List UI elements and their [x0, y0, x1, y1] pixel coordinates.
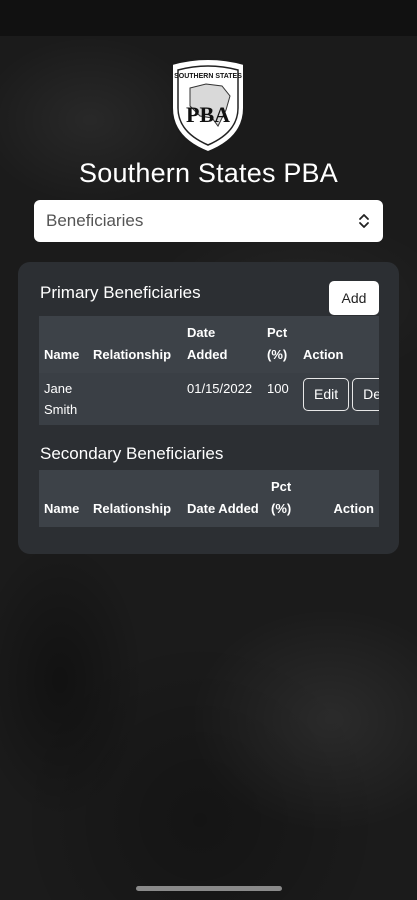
svg-text:PBA: PBA — [186, 102, 230, 127]
column-header-pct: Pct (%) — [266, 470, 314, 527]
secondary-beneficiaries-table: Name Relationship Date Added Pct (%) Act… — [39, 470, 379, 527]
secondary-beneficiaries-title: Secondary Beneficiaries — [40, 444, 224, 463]
table-header-row: Name Relationship Date Added Pct (%) Act… — [39, 316, 379, 373]
cell-relationship — [88, 373, 182, 425]
primary-beneficiaries-table: Name Relationship Date Added Pct (%) Act… — [39, 316, 379, 425]
column-header-action: Action — [298, 316, 379, 373]
cell-pct: 100 — [262, 373, 298, 425]
column-header-relationship: Relationship — [88, 316, 182, 373]
app-title: Southern States PBA — [79, 158, 338, 188]
home-indicator[interactable] — [136, 886, 282, 891]
primary-beneficiaries-title: Primary Beneficiaries — [40, 283, 201, 302]
beneficiaries-card: Primary Beneficiaries Add Name Relations… — [18, 262, 399, 554]
chevron-up-down-icon — [359, 214, 369, 228]
column-header-relationship: Relationship — [88, 470, 182, 527]
cell-date-added: 01/15/2022 — [182, 373, 262, 425]
column-header-action: Action — [314, 470, 379, 527]
status-bar — [0, 0, 417, 36]
column-header-pct: Pct (%) — [262, 316, 298, 373]
column-header-name: Name — [39, 470, 88, 527]
table-header-row: Name Relationship Date Added Pct (%) Act… — [39, 470, 379, 527]
svg-text:SOUTHERN STATES: SOUTHERN STATES — [174, 73, 242, 80]
column-header-date-added: Date Added — [182, 470, 266, 527]
pba-badge-logo: SOUTHERN STATES PBA — [160, 56, 256, 156]
table-row: Jane Smith 01/15/2022 100 EditDelete — [39, 373, 379, 425]
section-select-value: Beneficiaries — [46, 211, 144, 230]
cell-action: EditDelete — [298, 373, 379, 425]
section-select[interactable]: Beneficiaries — [34, 200, 383, 242]
column-header-name: Name — [39, 316, 88, 373]
column-header-date-added: Date Added — [182, 316, 262, 373]
edit-beneficiary-button[interactable]: Edit — [303, 378, 350, 411]
delete-beneficiary-button[interactable]: Delete — [352, 378, 379, 411]
cell-name: Jane Smith — [39, 373, 88, 425]
add-beneficiary-button[interactable]: Add — [329, 281, 379, 315]
